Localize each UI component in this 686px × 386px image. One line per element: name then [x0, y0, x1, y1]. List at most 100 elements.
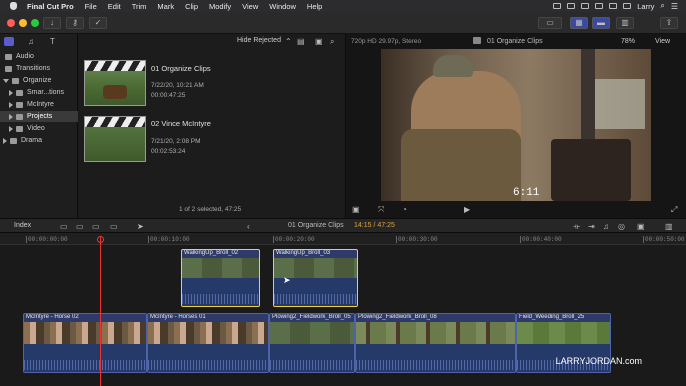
status-area: Larry ⌕ ☰ [553, 0, 678, 12]
filter-chevron-icon[interactable]: ⌃ [285, 38, 292, 46]
sidebar-item-drama[interactable]: Drama [0, 135, 78, 146]
clip-appearance-icon[interactable]: ▣ [637, 223, 645, 231]
sidebar-item-projects[interactable]: Projects [0, 111, 78, 122]
connect-edit-icon[interactable]: ▭ [60, 223, 68, 231]
bluetooth-icon[interactable] [623, 3, 632, 9]
play-button[interactable]: ▶ [464, 206, 470, 214]
append-edit-icon[interactable]: ▭ [92, 223, 100, 231]
close-window-button[interactable] [7, 19, 15, 27]
apple-icon[interactable] [10, 2, 17, 10]
disclosure-open-icon[interactable] [3, 78, 9, 83]
list-view-icon[interactable]: ▣ [315, 38, 323, 46]
menu-clip[interactable]: Clip [185, 2, 198, 11]
status-icon[interactable] [553, 3, 562, 9]
menu-trim[interactable]: Trim [132, 2, 147, 11]
background-tasks-button[interactable]: ✓ [89, 17, 107, 29]
battery-icon[interactable] [595, 3, 604, 9]
arrow-tool-icon[interactable]: ➤ [137, 223, 144, 231]
clip-title[interactable]: 01 Organize Clips [151, 64, 211, 73]
clip-browser: Hide Rejected ⌃ ▤ ▣ ⌕ 01 Organize Clips … [79, 34, 344, 218]
playhead-handle[interactable] [97, 236, 104, 243]
disclosure-closed-icon[interactable] [3, 137, 7, 144]
dropbox-icon[interactable] [567, 3, 576, 9]
menu-modify[interactable]: Modify [209, 2, 231, 11]
show-timeline-button[interactable]: ▬ [592, 17, 610, 29]
solo-icon[interactable]: ◎ [618, 223, 625, 231]
share-button[interactable]: ⇪ [660, 17, 678, 29]
index-button[interactable]: Index [14, 222, 31, 229]
sidebar-item-mcintyre[interactable]: McIntyre [0, 99, 78, 110]
clip-waveform [24, 344, 146, 372]
library-sidebar: ♫ T Audio Transitions Organize Smar...ti… [0, 34, 78, 218]
sidebar-item-transitions[interactable]: Transitions [0, 63, 78, 74]
keyword-button[interactable]: ⚷ [66, 17, 84, 29]
event-icon [16, 113, 23, 120]
fullscreen-icon[interactable]: ⤢ [671, 206, 677, 214]
sidebar-item-smart-collections[interactable]: Smar...tions [0, 87, 78, 98]
clip-date: 7/22/20, 10:21 AM [151, 82, 204, 89]
playhead[interactable] [100, 236, 101, 386]
photos-audio-icon[interactable]: ♫ [28, 38, 34, 46]
import-button[interactable]: ↓ [43, 17, 61, 29]
show-browser-button[interactable]: ▦ [570, 17, 588, 29]
speed-icon[interactable]: ◔ [402, 206, 407, 214]
crop-icon[interactable]: ⤧ [378, 206, 384, 214]
transform-icon[interactable]: ▣ [352, 206, 360, 214]
browser-search-icon[interactable]: ⌕ [330, 38, 334, 46]
project-thumbnail[interactable] [84, 116, 146, 162]
clip-title[interactable]: 02 Vince McIntyre [151, 119, 211, 128]
sidebar-item-organize[interactable]: Organize [0, 75, 78, 86]
menu-app[interactable]: Final Cut Pro [27, 2, 74, 11]
search-icon[interactable]: ⌕ [660, 1, 664, 11]
volume-icon[interactable] [609, 3, 618, 9]
menu-edit[interactable]: Edit [108, 2, 121, 11]
menu-file[interactable]: File [85, 2, 97, 11]
show-inspector-button[interactable]: ▥ [616, 17, 634, 29]
connected-clip[interactable]: WalkingUp_Broll_02 [181, 249, 260, 307]
sidebar-item-video[interactable]: Video [0, 123, 78, 134]
libraries-icon[interactable] [4, 37, 14, 46]
filter-popup[interactable]: Hide Rejected [237, 37, 281, 44]
snapping-icon[interactable]: ⇥ [588, 223, 595, 231]
menu-help[interactable]: Help [307, 2, 322, 11]
titles-generators-icon[interactable]: T [50, 38, 55, 46]
selection-status: 1 of 2 selected, 47:25 [179, 206, 242, 213]
view-popup[interactable]: View [655, 38, 670, 45]
menu-bar: Final Cut Pro File Edit Trim Mark Clip M… [0, 0, 686, 12]
effects-browser-icon[interactable]: ▥ [665, 223, 673, 231]
user-name[interactable]: Larry [637, 2, 654, 11]
ruler-tick: 00:00:30:00 [396, 236, 438, 243]
project-thumbnail[interactable] [84, 60, 146, 106]
clapper-icon [85, 61, 145, 71]
timeline-header: Index ▭ ▭ ▭ ▭ ➤ ‹ 01 Organize Clips 14:1… [0, 218, 686, 233]
control-center-icon[interactable]: ☰ [671, 2, 678, 11]
disclosure-closed-icon[interactable] [9, 125, 13, 132]
clip-waveform [270, 344, 354, 372]
workspace-button[interactable]: ▭ [538, 17, 562, 29]
wifi-icon[interactable] [581, 3, 590, 9]
disclosure-closed-icon[interactable] [9, 89, 13, 96]
minimize-window-button[interactable] [19, 19, 27, 27]
library-icon [10, 137, 17, 144]
video-frame[interactable]: 6:11 [381, 49, 651, 201]
audio-skimming-icon[interactable]: ♫ [603, 223, 609, 231]
clip-appearance-icon[interactable]: ▤ [297, 38, 305, 46]
sidebar-item-audio[interactable]: Audio [0, 51, 78, 62]
folder-icon [5, 53, 12, 60]
insert-edit-icon[interactable]: ▭ [76, 223, 84, 231]
primary-clip[interactable]: McIntyre - Horse 02 [23, 313, 147, 373]
project-icon [473, 37, 481, 44]
menu-window[interactable]: Window [269, 2, 296, 11]
skimming-icon[interactable]: ⟛ [573, 223, 580, 231]
disclosure-closed-icon[interactable] [9, 101, 13, 108]
fullscreen-window-button[interactable] [31, 19, 39, 27]
primary-clip[interactable]: McIntyre - Horses 01 [147, 313, 269, 373]
menu-view[interactable]: View [242, 2, 258, 11]
menu-mark[interactable]: Mark [157, 2, 174, 11]
back-chevron-icon[interactable]: ‹ [247, 223, 250, 231]
primary-clip[interactable]: Plowing2_Fieldwork_Broll_08 [355, 313, 516, 373]
overwrite-edit-icon[interactable]: ▭ [110, 223, 118, 231]
zoom-popup[interactable]: 78% [621, 38, 635, 45]
disclosure-closed-icon[interactable] [9, 113, 13, 120]
primary-clip[interactable]: Plowing2_Fieldwork_Broll_05 [269, 313, 355, 373]
